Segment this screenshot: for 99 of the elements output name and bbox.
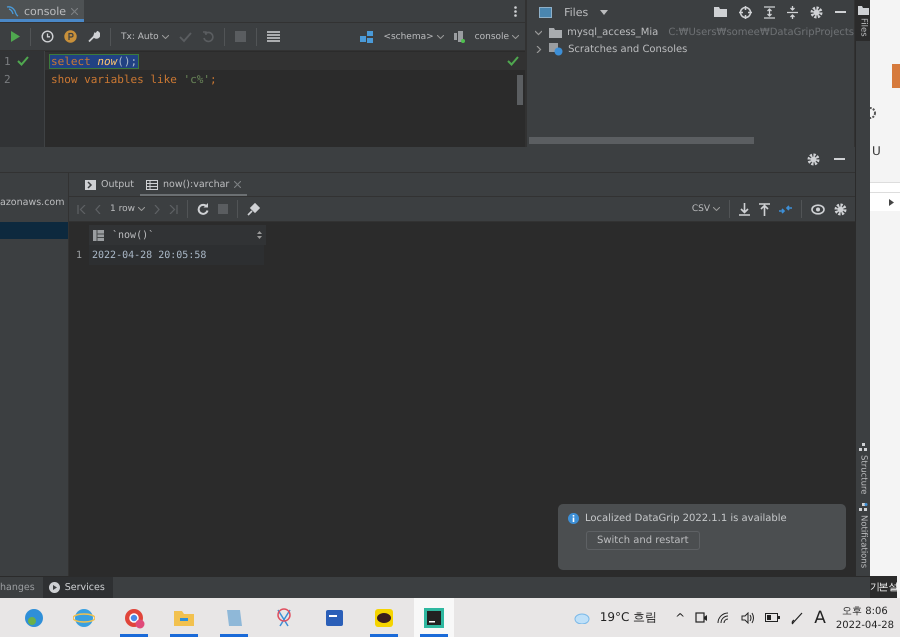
export-format-dropdown[interactable]: CSV [692, 204, 720, 214]
tool-window-tab[interactable]: hanges [0, 577, 43, 598]
chevron-down-icon [436, 34, 444, 38]
clock-button[interactable]: 오후 8:06 2022-04-28 [836, 604, 894, 631]
column-header[interactable]: `now()` [89, 225, 266, 245]
chevron-down-icon [138, 207, 145, 211]
tool-window-tab[interactable]: Structure [858, 443, 868, 495]
download-icon[interactable] [739, 202, 750, 216]
result-tab[interactable]: now():varchar [140, 173, 248, 196]
upload-icon[interactable] [759, 202, 770, 216]
schema-dropdown[interactable]: <schema> [383, 32, 444, 42]
minimize-icon[interactable] [835, 10, 846, 14]
chevron-down-icon[interactable] [535, 29, 542, 36]
notification-message: Localized DataGrip 2022.1.1 is available [585, 513, 787, 524]
schema-icon [360, 30, 374, 42]
refresh-icon[interactable] [196, 203, 209, 215]
table-cell: 2022-04-28 20:05:58 [89, 245, 264, 265]
row-count-dropdown[interactable]: 1 row [110, 204, 145, 214]
switch-and-restart-button[interactable]: Switch and restart [586, 531, 700, 550]
sort-icon[interactable] [257, 231, 262, 239]
check-icon [507, 56, 520, 66]
stop-icon [218, 204, 228, 214]
p-circle-icon[interactable] [64, 30, 77, 43]
ide-app-icon [423, 606, 445, 628]
chevron-down-icon [162, 34, 169, 38]
session-dropdown[interactable]: console [474, 32, 520, 42]
scratch-clock-icon [549, 43, 564, 56]
browser-icon [73, 606, 95, 628]
dropdown-triangle-icon [600, 10, 608, 14]
clock-icon[interactable] [41, 30, 54, 43]
settings-icon[interactable] [834, 202, 847, 216]
expand-all-icon[interactable] [764, 6, 775, 18]
run-icon[interactable] [10, 31, 20, 42]
more-icon[interactable] [514, 6, 518, 17]
tool-window-tab[interactable]: Services [42, 577, 113, 598]
folder-icon [549, 28, 562, 38]
weather-text: 19°C 흐림 [600, 609, 658, 626]
session-icon [454, 30, 465, 42]
tree-item[interactable]: azonaws.com [0, 197, 64, 208]
wrench-icon[interactable] [87, 30, 100, 43]
cloud-icon [572, 612, 590, 624]
tool-icon [859, 443, 868, 452]
info-icon [568, 513, 579, 524]
column-icon [93, 230, 104, 240]
table-icon [146, 180, 158, 190]
browser-icon [23, 606, 45, 628]
window-text: 기본 설 [870, 576, 897, 598]
line-number: 2 [4, 72, 11, 86]
tree-item[interactable]: Scratches and Consoles [527, 41, 854, 58]
chevron-right-icon[interactable] [535, 46, 542, 53]
settings-icon[interactable] [807, 153, 820, 166]
undo-icon [202, 30, 214, 42]
check-icon [178, 30, 192, 42]
folder-icon[interactable] [714, 7, 727, 17]
crosshair-icon[interactable] [739, 6, 752, 18]
collapse-all-icon[interactable] [787, 6, 798, 18]
editor-tab[interactable]: console [0, 0, 84, 22]
accent-bar [892, 64, 900, 88]
files-dropdown[interactable]: Files [564, 6, 608, 18]
last-page-icon [168, 204, 178, 214]
window-text: U [872, 144, 882, 158]
console-icon [85, 180, 96, 190]
chevron-down-icon [713, 207, 720, 211]
previous-icon [95, 204, 101, 214]
line-number: 1 [4, 54, 11, 68]
eye-icon[interactable] [811, 204, 825, 214]
chevron-down-icon [512, 34, 520, 38]
speaker-icon[interactable] [741, 612, 756, 624]
first-page-icon [77, 204, 86, 214]
scrollbar-thumb[interactable] [517, 75, 524, 105]
dolphin-icon [6, 5, 19, 17]
transaction-dropdown[interactable]: Tx: Auto [121, 32, 169, 42]
battery-icon[interactable] [765, 613, 780, 622]
window-icon [539, 6, 552, 18]
scroll-arrow-icon[interactable] [889, 198, 894, 206]
folder-icon [858, 6, 869, 15]
browser-icon [123, 606, 145, 628]
close-icon[interactable] [234, 181, 242, 188]
scrollbar-thumb[interactable] [529, 137, 754, 144]
stop-icon [234, 31, 246, 42]
minimize-icon[interactable] [834, 158, 845, 161]
tool-icon [859, 502, 868, 512]
code-line: show variables like 'c%'; [50, 72, 218, 86]
input-method-indicator[interactable]: A [814, 608, 826, 628]
input-field[interactable] [870, 182, 900, 193]
settings-icon[interactable] [810, 6, 823, 18]
row-number: 1 [74, 248, 84, 262]
compare-arrows-icon[interactable] [779, 202, 792, 216]
tool-window-tab[interactable]: Notifications [858, 502, 868, 568]
files-tool-tab[interactable]: Files [856, 0, 871, 41]
chat-app-icon [373, 606, 395, 628]
pin-icon[interactable] [246, 202, 260, 216]
camera-icon[interactable] [695, 612, 708, 624]
table-icon[interactable] [266, 30, 280, 42]
pen-icon[interactable] [790, 610, 804, 624]
taskbar-app[interactable] [414, 598, 454, 637]
show-hidden-icons-button[interactable]: ^ [675, 610, 686, 624]
next-icon [154, 204, 160, 214]
result-tab[interactable]: Output [79, 173, 140, 196]
